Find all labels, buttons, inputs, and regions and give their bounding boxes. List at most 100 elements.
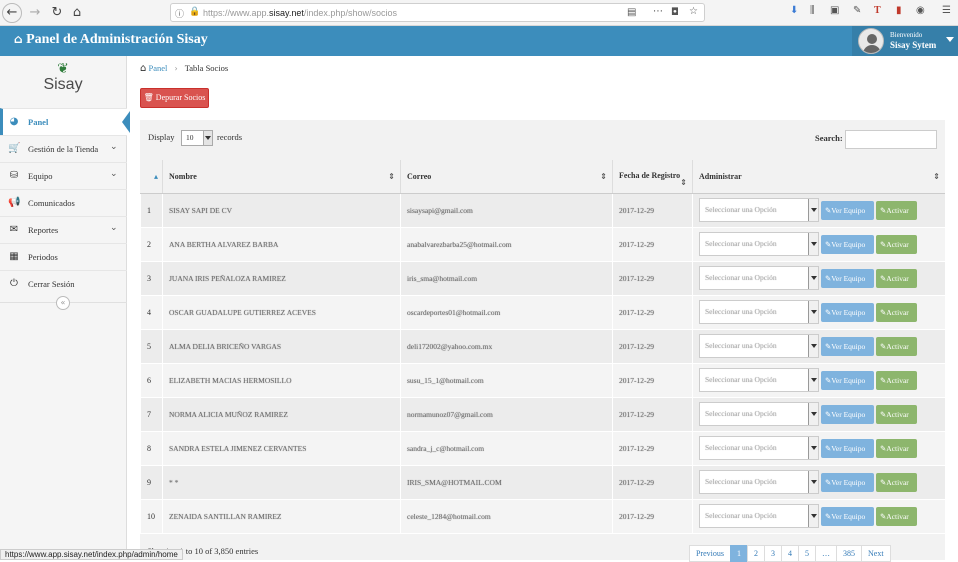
home-icon[interactable]: ⌂ <box>67 3 87 23</box>
activar-button[interactable]: ✎Activar <box>876 370 917 390</box>
action-select[interactable]: Seleccionar una Opción <box>699 436 819 460</box>
sidebar-item-periodos[interactable]: ▦ Periodos <box>0 243 127 270</box>
library-icon[interactable]: ⫼ <box>810 5 815 16</box>
eyedropper-icon[interactable]: ✎ <box>853 5 861 16</box>
cell-nombre: ELIZABETH MACIAS HERMOSILLO <box>162 363 401 398</box>
caret-down-icon <box>808 369 818 391</box>
column-header-correo[interactable]: Correo ⇕ <box>400 160 613 194</box>
sidebar-item-cerrar-sesion[interactable]: ⏻ Cerrar Sesión <box>0 270 127 297</box>
ver-equipo-button[interactable]: ✎Ver Equipo <box>821 268 874 288</box>
activar-button[interactable]: ✎Activar <box>876 234 917 254</box>
text-extension-icon[interactable]: T <box>874 5 881 16</box>
cell-nombre: ANA BERTHA ALVAREZ BARBA <box>162 227 401 262</box>
ver-equipo-button[interactable]: ✎Ver Equipo <box>821 200 874 220</box>
page-button[interactable]: 5 <box>798 545 816 562</box>
page-button[interactable]: 2 <box>747 545 765 562</box>
reload-icon[interactable]: ↻ <box>47 3 67 23</box>
action-select[interactable]: Seleccionar una Opción <box>699 300 819 324</box>
ver-equipo-button[interactable]: ✎Ver Equipo <box>821 302 874 322</box>
ver-equipo-button[interactable]: ✎Ver Equipo <box>821 472 874 492</box>
activar-button[interactable]: ✎Activar <box>876 404 917 424</box>
page-button[interactable]: … <box>815 545 837 562</box>
ver-equipo-button[interactable]: ✎Ver Equipo <box>821 370 874 390</box>
table-row: 4 OSCAR GUADALUPE GUTIERREZ ACEVES oscarde… <box>140 295 945 330</box>
browser-toolbar: ← → ↻ ⌂ ⓘ 🔒 https://www.app.sisay.net/in… <box>0 0 958 26</box>
cell-correo: deli172002@yahoo.com.mx <box>400 329 613 364</box>
action-select[interactable]: Seleccionar una Opción <box>699 402 819 426</box>
cell-administrar: Seleccionar una Opción ✎Ver Equipo ✎Activa… <box>692 431 945 466</box>
activar-button[interactable]: ✎Activar <box>876 438 917 458</box>
table-row: 5 ALMA DELIA BRICEÑO VARGAS deli172002@yah… <box>140 329 945 364</box>
cell-correo: susu_15_1@hotmail.com <box>400 363 613 398</box>
sidebar-item-panel[interactable]: ◕ Panel <box>0 108 130 135</box>
page-button[interactable]: 3 <box>764 545 782 562</box>
column-header-nombre[interactable]: Nombre ⇕ <box>162 160 401 194</box>
previous-page-button[interactable]: Previous <box>689 545 731 562</box>
sidebar-item-gestion-tienda[interactable]: 🛒 Gestión de la Tienda ⌄ <box>0 135 127 162</box>
column-header-administrar[interactable]: Administrar ⇕ <box>692 160 945 194</box>
breadcrumb-home-link[interactable]: Panel <box>148 63 167 73</box>
extension-icon[interactable]: ◉ <box>916 5 925 16</box>
forward-icon[interactable]: → <box>25 3 45 23</box>
sort-icon: ⇕ <box>680 178 687 187</box>
chevron-down-icon: ⌄ <box>110 169 118 179</box>
battery-extension-icon[interactable]: ▮ <box>896 5 902 16</box>
search-input[interactable] <box>845 130 937 149</box>
cell-correo: anabalvarezbarba25@hotmail.com <box>400 227 613 262</box>
page-length-select[interactable]: 10 <box>181 130 213 146</box>
user-menu[interactable]: Bienvenido Sisay Sytem <box>852 26 958 56</box>
activar-button[interactable]: ✎Activar <box>876 302 917 322</box>
menu-icon[interactable]: ☰ <box>942 5 951 16</box>
ver-equipo-button[interactable]: ✎Ver Equipo <box>821 438 874 458</box>
info-icon[interactable]: ⓘ <box>175 7 184 20</box>
ver-equipo-button[interactable]: ✎Ver Equipo <box>821 506 874 526</box>
calendar-icon: ▦ <box>9 251 19 262</box>
action-select[interactable]: Seleccionar una Opción <box>699 504 819 528</box>
breadcrumb: ⌂ Panel › Tabla Socios <box>140 63 228 74</box>
download-icon[interactable]: ⬇ <box>790 5 798 16</box>
action-select[interactable]: Seleccionar una Opción <box>699 232 819 256</box>
sidebar-item-equipo[interactable]: ⛁ Equipo ⌄ <box>0 162 127 189</box>
collapse-sidebar-button[interactable]: « <box>56 296 70 310</box>
action-select[interactable]: Seleccionar una Opción <box>699 266 819 290</box>
activar-button[interactable]: ✎Activar <box>876 336 917 356</box>
sidebar-item-comunicados[interactable]: 📢 Comunicados <box>0 189 127 216</box>
action-select[interactable]: Seleccionar una Opción <box>699 198 819 222</box>
reader-icon[interactable]: ▤ <box>627 7 636 18</box>
page-button[interactable]: 1 <box>730 545 748 562</box>
next-page-button[interactable]: Next <box>861 545 891 562</box>
back-icon[interactable]: ← <box>2 3 22 23</box>
sidebar-toggle-icon[interactable]: ▣ <box>830 5 839 16</box>
activar-button[interactable]: ✎Activar <box>876 472 917 492</box>
cell-administrar: Seleccionar una Opción ✎Ver Equipo ✎Activa… <box>692 363 945 398</box>
address-bar[interactable]: ⓘ 🔒 https://www.app.sisay.net/index.php/… <box>170 3 705 22</box>
action-select[interactable]: Seleccionar una Opción <box>699 368 819 392</box>
row-index: 10 <box>140 499 163 534</box>
activar-button[interactable]: ✎Activar <box>876 268 917 288</box>
page-title[interactable]: ⌂ Panel de Administración Sisay <box>14 32 208 48</box>
more-icon[interactable]: ⋯ <box>653 6 663 17</box>
dashboard-icon: ◕ <box>9 116 19 127</box>
bookmark-star-icon[interactable]: ☆ <box>689 6 698 17</box>
row-index: 8 <box>140 431 163 466</box>
ver-equipo-button[interactable]: ✎Ver Equipo <box>821 234 874 254</box>
action-select[interactable]: Seleccionar una Opción <box>699 334 819 358</box>
ver-equipo-button[interactable]: ✎Ver Equipo <box>821 336 874 356</box>
cell-administrar: Seleccionar una Opción ✎Ver Equipo ✎Activa… <box>692 295 945 330</box>
activar-button[interactable]: ✎Activar <box>876 200 917 220</box>
caret-down-icon <box>203 131 212 145</box>
pocket-icon[interactable]: ◘ <box>671 7 679 18</box>
table-panel: Display 10 records Search: ▴ Nombre ⇕ Cor… <box>140 120 945 560</box>
chevron-down-icon: ⌄ <box>110 142 118 152</box>
page-button[interactable]: 4 <box>781 545 799 562</box>
table-row: 1 SISAY SAPI DE CV sisaysapi@gmail.com 2017… <box>140 193 945 228</box>
depurar-socios-button[interactable]: 🗑 Depurar Socios <box>140 88 209 108</box>
action-select[interactable]: Seleccionar una Opción <box>699 470 819 494</box>
page-button[interactable]: 385 <box>836 545 862 562</box>
ver-equipo-button[interactable]: ✎Ver Equipo <box>821 404 874 424</box>
column-header-fecha[interactable]: Fecha de Registro ⇕ <box>612 160 693 194</box>
activar-button[interactable]: ✎Activar <box>876 506 917 526</box>
sidebar-item-reportes[interactable]: ✉ Reportes ⌄ <box>0 216 127 243</box>
column-header-index[interactable]: ▴ <box>140 160 163 194</box>
cell-fecha: 2017-12-29 <box>612 499 693 534</box>
